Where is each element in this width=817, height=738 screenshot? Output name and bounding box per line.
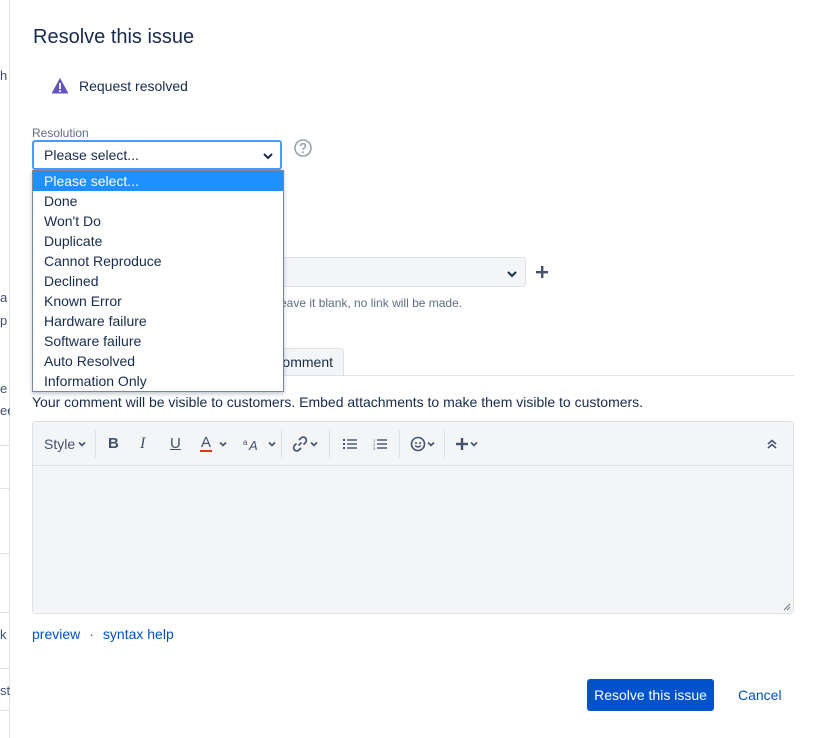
background-divider xyxy=(0,668,9,669)
resolution-option[interactable]: Software failure xyxy=(33,331,283,351)
chevron-down-icon xyxy=(78,441,86,447)
status-message: Request resolved xyxy=(51,77,188,95)
emoji-button[interactable] xyxy=(410,422,436,465)
chevron-down-icon xyxy=(219,441,227,447)
comment-editor: Style B I U A aA 1 2 3 xyxy=(32,421,794,614)
resolve-issue-button[interactable]: Resolve this issue xyxy=(587,679,714,711)
resolution-option[interactable]: Done xyxy=(33,191,283,211)
background-divider xyxy=(0,553,9,554)
style-dropdown[interactable]: Style xyxy=(44,422,87,465)
resolution-option[interactable]: Auto Resolved xyxy=(33,351,283,371)
italic-button[interactable]: I xyxy=(140,422,145,465)
chevron-down-icon xyxy=(506,267,518,279)
chevron-down-icon xyxy=(470,441,478,447)
svg-text:a: a xyxy=(243,438,248,447)
toolbar-separator xyxy=(329,430,330,458)
toolbar-separator xyxy=(444,430,445,458)
background-divider xyxy=(0,445,9,446)
insert-more-button[interactable] xyxy=(455,422,479,465)
resolution-option[interactable]: Please select... xyxy=(33,171,283,191)
bold-button[interactable]: B xyxy=(108,422,119,465)
cancel-button[interactable]: Cancel xyxy=(728,679,792,711)
background-text-fragment: st xyxy=(0,683,11,698)
numbered-list-icon: 123 xyxy=(373,438,387,450)
background-text-fragment: k xyxy=(0,627,7,642)
syntax-help-link[interactable]: syntax help xyxy=(103,626,174,642)
bullet-list-icon xyxy=(343,438,357,449)
text-format-icon: aA xyxy=(243,438,258,452)
status-text: Request resolved xyxy=(79,78,188,94)
resolution-option[interactable]: Won't Do xyxy=(33,211,283,231)
background-text-fragment: p xyxy=(0,313,8,328)
underline-button[interactable]: U xyxy=(170,422,181,465)
toolbar-separator xyxy=(281,430,282,458)
resolution-option[interactable]: Hardware failure xyxy=(33,311,283,331)
toolbar-separator xyxy=(95,430,96,458)
insert-link-button[interactable] xyxy=(291,422,319,465)
link-hint-text: eave it blank, no link will be made. xyxy=(280,296,463,310)
numbered-list-button[interactable]: 123 xyxy=(373,422,387,465)
emoji-icon xyxy=(410,436,426,451)
style-label: Style xyxy=(44,435,76,452)
chevron-down-icon xyxy=(427,441,435,447)
editor-toolbar: Style B I U A aA 1 2 3 xyxy=(33,422,793,466)
chevron-double-up-icon xyxy=(767,439,777,449)
link-separator: · xyxy=(89,626,94,642)
resize-handle-icon xyxy=(783,603,791,611)
text-color-button[interactable]: A xyxy=(200,422,228,465)
background-divider xyxy=(0,488,9,489)
preview-link[interactable]: preview xyxy=(32,626,80,642)
resolution-option[interactable]: Duplicate xyxy=(33,231,283,251)
comment-visibility-note: Your comment will be visible to customer… xyxy=(32,394,644,410)
chevron-down-icon xyxy=(310,441,318,447)
toolbar-separator xyxy=(399,430,400,458)
chevron-down-icon xyxy=(262,149,274,161)
resolution-options-list: Please select... Done Won't Do Duplicate… xyxy=(32,170,284,392)
warning-icon xyxy=(51,77,69,95)
underline-icon: U xyxy=(170,435,181,452)
resolution-option[interactable]: Declined xyxy=(33,271,283,291)
comment-textarea[interactable] xyxy=(33,466,793,613)
help-icon[interactable] xyxy=(293,138,313,158)
bold-icon: B xyxy=(108,435,119,452)
svg-text:3: 3 xyxy=(373,446,376,450)
link-icon xyxy=(292,435,308,452)
collapse-toolbar-button[interactable] xyxy=(766,422,778,465)
background-text-fragment: h xyxy=(0,68,8,83)
background-divider xyxy=(0,710,9,711)
resolution-selected-value: Please select... xyxy=(44,147,139,163)
bullet-list-button[interactable] xyxy=(343,422,357,465)
add-link-icon[interactable] xyxy=(535,265,549,279)
resolve-issue-dialog: Resolve this issue Request resolved Reso… xyxy=(10,0,817,738)
resolution-option[interactable]: Information Only xyxy=(33,371,283,391)
chevron-down-icon xyxy=(268,441,276,447)
text-color-icon: A xyxy=(200,434,213,452)
dialog-title: Resolve this issue xyxy=(33,26,195,48)
italic-icon: I xyxy=(140,434,146,452)
issue-link-select[interactable] xyxy=(270,257,526,287)
background-divider xyxy=(0,612,9,613)
svg-text:A: A xyxy=(248,438,258,452)
background-text-fragment: e xyxy=(0,381,8,396)
resolution-label: Resolution xyxy=(32,126,89,140)
resolution-option[interactable]: Cannot Reproduce xyxy=(33,251,283,271)
text-format-button[interactable]: aA xyxy=(243,422,277,465)
plus-icon xyxy=(456,437,468,450)
background-text-fragment: a xyxy=(0,290,8,305)
resolution-select[interactable]: Please select... xyxy=(32,140,282,170)
resolution-option[interactable]: Known Error xyxy=(33,291,283,311)
editor-links: preview · syntax help xyxy=(32,626,174,642)
